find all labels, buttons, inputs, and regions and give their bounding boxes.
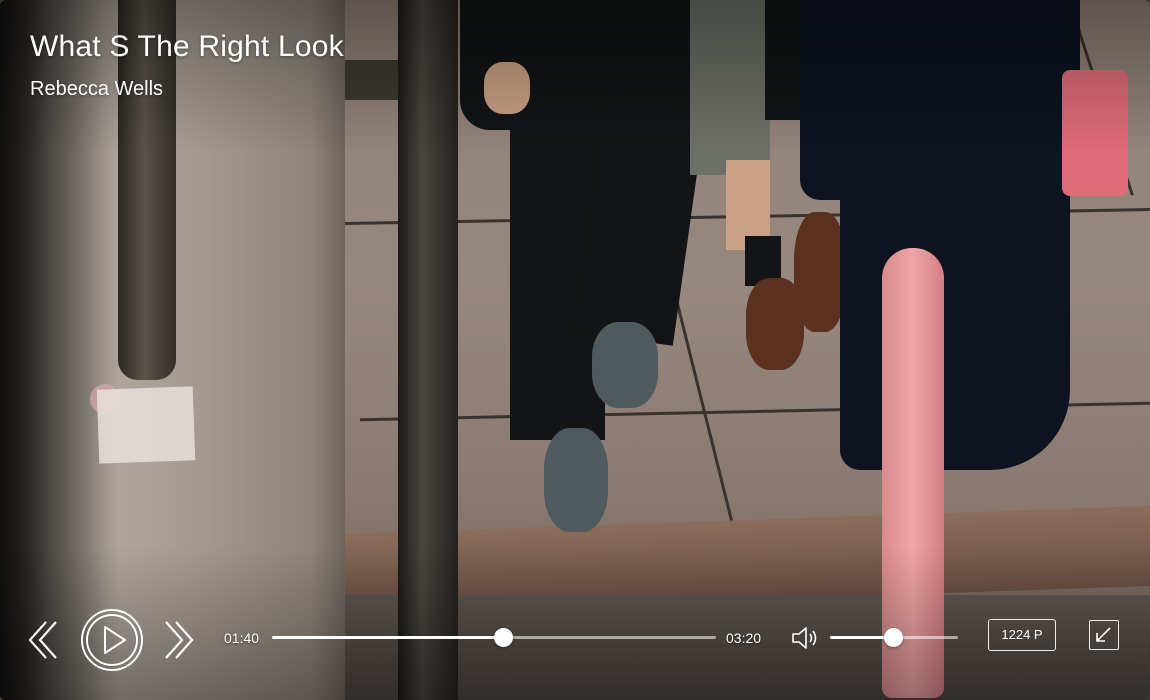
seek-progress [272, 636, 503, 639]
elapsed-time: 01:40 [224, 630, 260, 646]
video-artist: Rebecca Wells [30, 78, 164, 100]
seek-handle[interactable] [493, 628, 513, 647]
quality-button[interactable]: 1224 P [988, 619, 1056, 651]
overlay-gradient [0, 0, 1150, 700]
video-title: What S The Right Look [30, 30, 344, 63]
next-button[interactable] [160, 618, 196, 662]
previous-button[interactable] [26, 618, 62, 662]
volume-button[interactable] [790, 624, 822, 652]
video-frame[interactable] [0, 0, 1150, 700]
video-player: What S The Right Look Rebecca Wells 01:4… [0, 0, 1150, 700]
expand-icon [1096, 627, 1111, 642]
volume-handle[interactable] [883, 628, 903, 647]
fullscreen-button[interactable] [1089, 620, 1119, 650]
play-button[interactable] [80, 608, 144, 672]
speaker-icon [792, 627, 817, 649]
chevron-double-right-icon [165, 621, 194, 659]
seek-bar[interactable] [272, 628, 716, 647]
play-circle-icon [81, 609, 143, 671]
chevron-double-left-icon [28, 621, 57, 659]
total-duration: 03:20 [726, 630, 762, 646]
volume-slider[interactable] [830, 628, 958, 647]
